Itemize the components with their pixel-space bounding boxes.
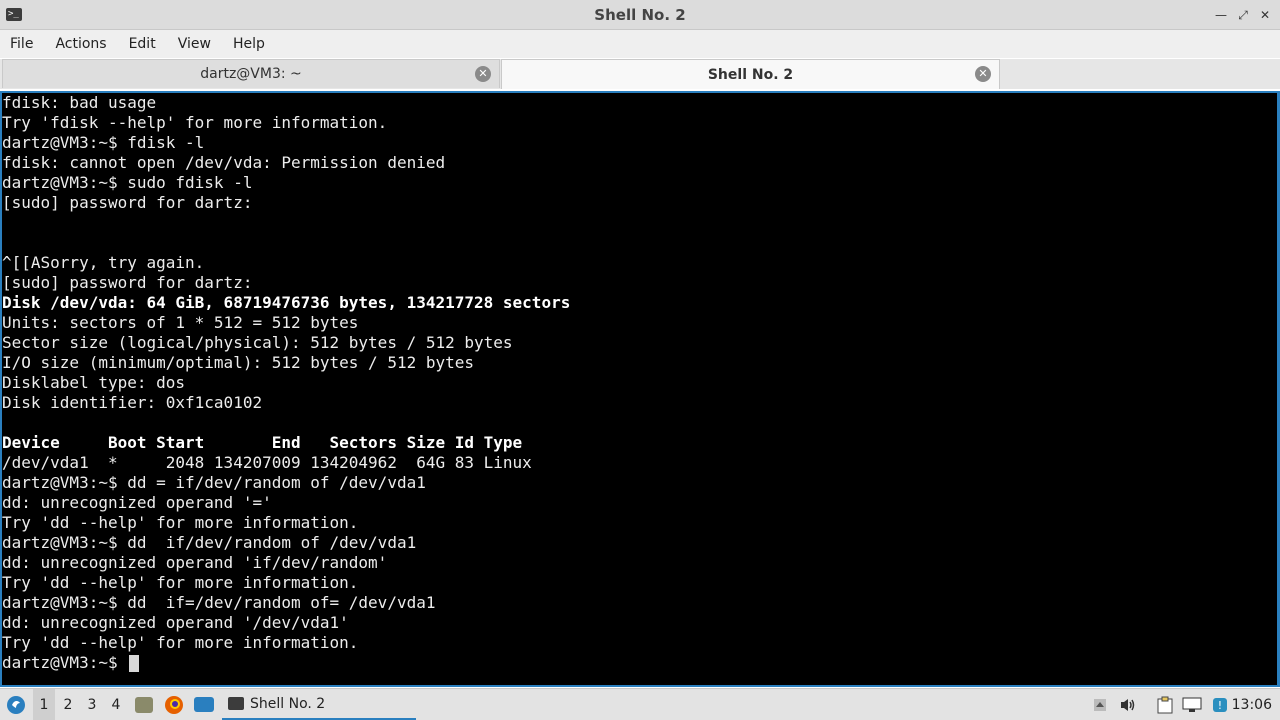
- terminal-line: Disk identifier: 0xf1ca0102: [2, 393, 263, 412]
- volume-icon[interactable]: [1118, 689, 1138, 720]
- terminal-line: dd: unrecognized operand '=': [2, 493, 272, 512]
- start-menu-icon[interactable]: [4, 689, 28, 720]
- close-icon[interactable]: ✕: [1258, 8, 1272, 22]
- menu-view[interactable]: View: [178, 36, 211, 52]
- terminal-prompt: dartz@VM3:~$: [2, 653, 128, 672]
- terminal-line: Try 'dd --help' for more information.: [2, 513, 359, 532]
- terminal-line: dd: unrecognized operand '/dev/vda1': [2, 613, 349, 632]
- taskbar: 1 2 3 4 Shell No. 2 ! 13:06: [0, 688, 1280, 720]
- terminal-line: dartz@VM3:~$ sudo fdisk -l: [2, 173, 253, 192]
- clipboard-icon[interactable]: [1155, 689, 1175, 720]
- terminal-area[interactable]: fdisk: bad usage Try 'fdisk --help' for m…: [0, 91, 1280, 687]
- terminal-icon: [228, 697, 244, 710]
- terminal-line: ^[[ASorry, try again.: [2, 253, 205, 272]
- terminal-line: dartz@VM3:~$ dd if=/dev/random of= /dev/…: [2, 593, 436, 612]
- terminal-line: dartz@VM3:~$ dd if/dev/random of /dev/vd…: [2, 533, 417, 552]
- desktop-icon[interactable]: [192, 689, 216, 720]
- task-label: Shell No. 2: [250, 695, 326, 712]
- workspace-2[interactable]: 2: [57, 689, 79, 720]
- menu-actions[interactable]: Actions: [55, 36, 106, 52]
- menu-help[interactable]: Help: [233, 36, 265, 52]
- file-manager-icon[interactable]: [132, 689, 156, 720]
- terminal-prompt-line[interactable]: dartz@VM3:~$: [2, 653, 570, 673]
- workspace-1[interactable]: 1: [33, 689, 55, 720]
- network-icon[interactable]: [1182, 689, 1202, 720]
- menu-bar: File Actions Edit View Help: [0, 30, 1280, 58]
- terminal-line: [sudo] password for dartz:: [2, 273, 253, 292]
- terminal-line: fdisk: cannot open /dev/vda: Permission …: [2, 153, 446, 172]
- tab-label: Shell No. 2: [707, 66, 794, 83]
- terminal-line: dartz@VM3:~$ fdisk -l: [2, 133, 205, 152]
- tab-close-icon[interactable]: ✕: [975, 66, 991, 82]
- workspace-4[interactable]: 4: [105, 689, 127, 720]
- terminal-line: Disklabel type: dos: [2, 373, 186, 392]
- terminal-line: Try 'fdisk --help' for more information.: [2, 113, 388, 132]
- minimize-icon[interactable]: —: [1214, 8, 1228, 22]
- terminal-line: Sector size (logical/physical): 512 byte…: [2, 333, 513, 352]
- title-bar: >_ Shell No. 2 — ⤢ ✕: [0, 0, 1280, 30]
- terminal-line: Try 'dd --help' for more information.: [2, 573, 359, 592]
- terminal-line: Try 'dd --help' for more information.: [2, 633, 359, 652]
- update-icon[interactable]: !: [1210, 689, 1230, 720]
- tab-label: dartz@VM3: ~: [200, 66, 302, 82]
- tab-shell-no-2[interactable]: Shell No. 2 ✕: [501, 59, 1000, 89]
- firefox-icon[interactable]: [162, 689, 186, 720]
- terminal-line: /dev/vda1 * 2048 134207009 134204962 64G…: [2, 453, 532, 472]
- clock[interactable]: 13:06: [1232, 689, 1272, 720]
- terminal-output: fdisk: bad usage Try 'fdisk --help' for m…: [2, 93, 570, 673]
- terminal-line: I/O size (minimum/optimal): 512 bytes / …: [2, 353, 475, 372]
- terminal-line: fdisk: bad usage: [2, 93, 157, 112]
- tab-bar: dartz@VM3: ~ ✕ Shell No. 2 ✕: [0, 59, 1280, 89]
- terminal-cursor: [129, 655, 140, 672]
- terminal-line: Device Boot Start End Sectors Size Id Ty…: [2, 433, 523, 452]
- tab-dartz-home[interactable]: dartz@VM3: ~ ✕: [2, 59, 500, 88]
- maximize-icon[interactable]: ⤢: [1236, 8, 1250, 22]
- svg-text:!: !: [1218, 699, 1222, 712]
- window-title: Shell No. 2: [594, 6, 686, 24]
- terminal-line: dd: unrecognized operand 'if/dev/random': [2, 553, 388, 572]
- tab-close-icon[interactable]: ✕: [475, 66, 491, 82]
- terminal-line: Units: sectors of 1 * 512 = 512 bytes: [2, 313, 359, 332]
- menu-file[interactable]: File: [10, 36, 33, 52]
- terminal-line: dartz@VM3:~$ dd = if/dev/random of /dev/…: [2, 473, 426, 492]
- terminal-line: [sudo] password for dartz:: [2, 193, 253, 212]
- workspace-3[interactable]: 3: [81, 689, 103, 720]
- menu-edit[interactable]: Edit: [129, 36, 156, 52]
- tray-up-icon[interactable]: [1090, 689, 1110, 720]
- task-shell-no-2[interactable]: Shell No. 2: [222, 689, 416, 720]
- terminal-line: Disk /dev/vda: 64 GiB, 68719476736 bytes…: [2, 293, 571, 312]
